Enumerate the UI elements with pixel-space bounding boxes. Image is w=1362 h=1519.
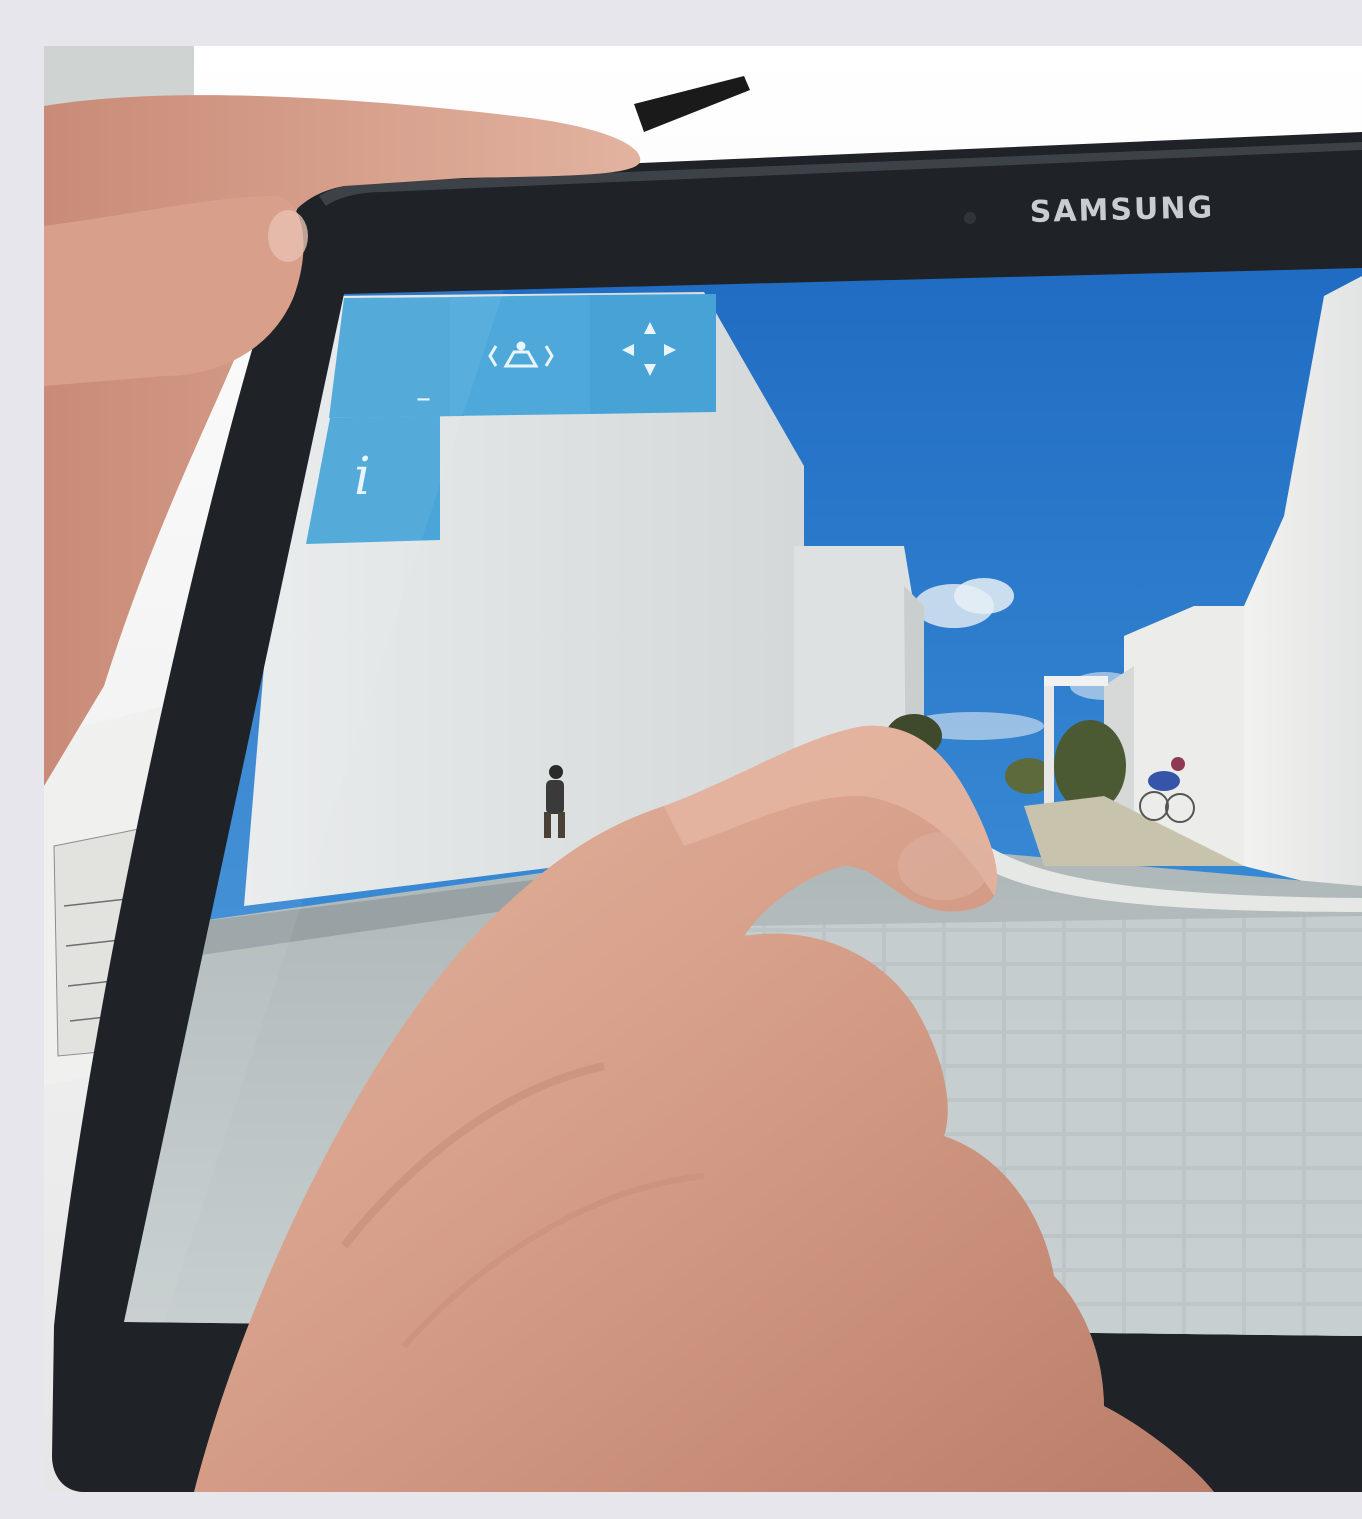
photograph: SAMSUNG – i xyxy=(44,46,1362,1492)
front-camera xyxy=(964,212,976,224)
pointing-fingertip xyxy=(898,832,990,900)
tablet-brand-logo: SAMSUNG xyxy=(1029,190,1214,230)
page-frame: SAMSUNG – i xyxy=(0,0,1362,1519)
photo-scene: SAMSUNG – i xyxy=(44,46,1362,1492)
hud-move-button[interactable] xyxy=(590,294,716,414)
